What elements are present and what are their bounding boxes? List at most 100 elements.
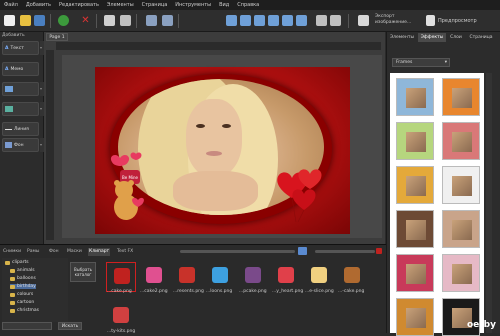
new-file-icon[interactable] [4,15,15,26]
frame-thumbnail[interactable] [442,166,480,204]
toolbar: ✕ Экспорт изображение... Предпросмотр [0,10,500,32]
menu-tools[interactable]: Инструменты [175,2,211,8]
frame-thumbnail-photo [406,264,426,284]
folder-icon [10,308,15,313]
tab-page[interactable]: Страница [466,33,496,42]
teddy-bear-clipart[interactable]: Be Mine [106,152,152,226]
preview-button[interactable]: Предпросмотр [438,18,477,24]
delete-icon[interactable]: ✕ [80,15,91,26]
clipart-thumbnail[interactable] [106,262,136,292]
folder-search-input[interactable] [2,322,52,330]
ungroup-icon[interactable] [330,15,341,26]
add-image-button[interactable] [2,82,39,96]
frame-thumbnail[interactable] [442,254,480,292]
align-center-icon[interactable] [240,15,251,26]
tab-clipart[interactable]: Клипарт [88,248,111,256]
tab-effects[interactable]: Эффекты [418,33,446,42]
add-shape-button[interactable] [2,102,39,116]
align-top-icon[interactable] [268,15,279,26]
clipart-thumbnail[interactable] [304,262,334,292]
tab-layers[interactable]: Слои [448,33,464,42]
menu-edit[interactable]: Редактировать [59,2,99,8]
tree-item[interactable]: cliparts [5,260,29,265]
add-line-label: Линия [14,126,29,132]
export-image-button[interactable]: Экспорт изображение... [375,14,430,26]
open-folder-icon[interactable] [20,15,31,26]
tree-item[interactable]: animals [10,268,35,273]
tab-backgrounds[interactable]: Фон [48,248,60,256]
clipart-thumbnail[interactable] [205,262,235,292]
add-line-button[interactable]: Линия [2,122,39,136]
tab-masks[interactable]: Маски [66,248,83,256]
menu-page[interactable]: Страница [142,2,168,8]
clipart-thumbnail[interactable] [106,302,136,332]
folder-icon [5,260,10,265]
page-tab[interactable]: Page 1 [46,33,68,41]
preview-icon[interactable] [426,15,435,26]
clipart-image [245,267,261,283]
clipart-thumbnail[interactable] [271,262,301,292]
clipart-thumbnail[interactable] [139,262,169,292]
frame-thumbnail[interactable] [442,122,480,160]
clipart-image [212,267,228,283]
add-memo-button[interactable]: A Мемо [2,62,39,76]
paste-icon[interactable] [120,15,131,26]
close-icon[interactable] [376,248,382,254]
frame-thumbnail[interactable] [442,210,480,248]
tab-elements[interactable]: Элементы [388,33,416,42]
copy-icon[interactable] [104,15,115,26]
toolbar-divider [50,14,51,28]
align-right-icon[interactable] [254,15,265,26]
tab-frames[interactable]: Рамы [26,248,40,256]
save-icon[interactable] [34,15,45,26]
group-icon[interactable] [316,15,327,26]
add-text-button[interactable]: A Текст [2,41,39,55]
frame-thumbnail[interactable] [396,254,434,292]
redo-icon[interactable] [162,15,173,26]
align-middle-icon[interactable] [282,15,293,26]
undo-icon[interactable] [146,15,157,26]
frame-thumbnail[interactable] [396,298,434,336]
tree-item[interactable]: balloons [10,276,36,281]
frame-thumbnail[interactable] [442,298,480,336]
frame-thumbnail-photo [452,264,472,284]
folder-icon [10,284,15,289]
menu-elements[interactable]: Элементы [107,2,134,8]
hearts-clipart[interactable] [274,164,330,224]
menu-file[interactable]: Файл [4,2,18,8]
select-folder-button[interactable]: Выбрать каталог [70,262,96,282]
export-icon[interactable] [358,15,369,26]
zoom-slider[interactable] [180,250,295,253]
clipart-thumbnail[interactable] [172,262,202,292]
add-icon[interactable] [58,15,69,26]
zoom-icon[interactable] [298,247,307,255]
clipart-thumbnail[interactable] [337,262,367,292]
tree-item[interactable]: colours [10,292,33,297]
frame-thumbnail[interactable] [396,166,434,204]
frame-thumbnail[interactable] [442,78,480,116]
size-slider[interactable] [315,250,375,253]
menu-add[interactable]: Добавить [26,2,51,8]
frame-thumbnail[interactable] [396,122,434,160]
align-left-icon[interactable] [226,15,237,26]
tab-snapshots[interactable]: Снимки [2,248,22,256]
add-background-button[interactable]: Фон [2,138,39,152]
frame-thumbnail-photo [452,88,472,108]
tree-item[interactable]: cartoon [10,300,34,305]
clipart-thumbnail[interactable] [238,262,268,292]
frames-dropdown[interactable]: Frames ▾ [392,58,450,67]
frames-scrollbar[interactable] [486,73,492,333]
search-button[interactable]: Искать [58,322,82,330]
frame-thumbnail[interactable] [396,210,434,248]
frame-thumbnail[interactable] [396,78,434,116]
tab-text-fx[interactable]: Text FX [116,248,134,256]
tree-item-selected[interactable]: birthday [10,284,36,289]
memo-icon: A [5,66,9,72]
tree-item[interactable]: christmas [10,308,39,313]
menu-help[interactable]: Справка [237,2,259,8]
clipart-filename: ...ty-kits.png [107,329,136,334]
folder-icon [10,268,15,273]
align-bottom-icon[interactable] [296,15,307,26]
frame-thumbnail-photo [406,176,426,196]
menu-view[interactable]: Вид [219,2,229,8]
